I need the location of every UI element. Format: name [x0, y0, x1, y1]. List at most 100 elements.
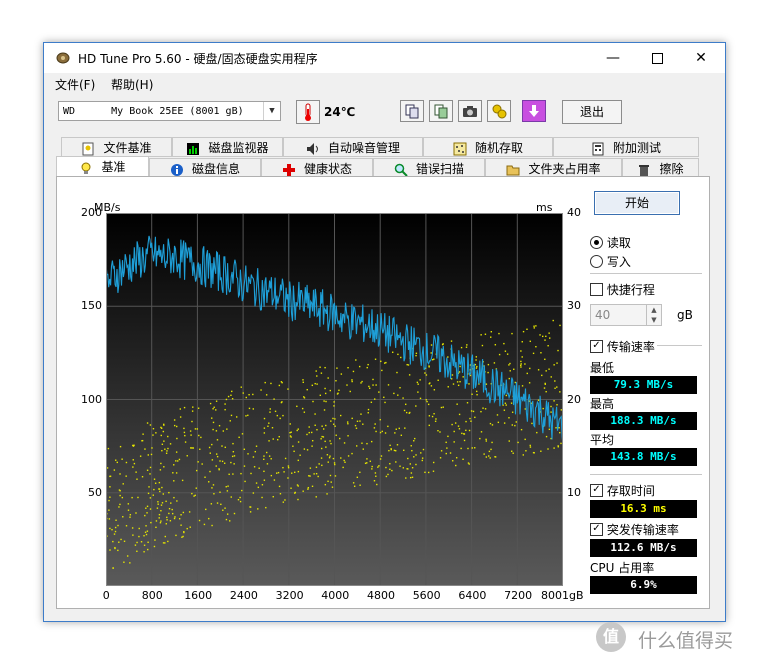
spinner-down-icon[interactable]: ▼ [646, 315, 661, 325]
access-time-point [324, 440, 326, 443]
access-time-point [488, 450, 491, 453]
start-button[interactable]: 开始 [594, 191, 680, 215]
access-time-point [278, 435, 280, 438]
transfer-rate-checkbox[interactable]: ✓ 传输速率 [590, 338, 655, 355]
access-time-point [347, 455, 350, 457]
access-time-point [375, 384, 377, 386]
access-time-point [332, 417, 334, 420]
access-time-point [164, 448, 166, 450]
transfer-rate-check[interactable]: ✓ [590, 340, 603, 353]
access-time-point [299, 454, 301, 456]
access-time-point [400, 434, 403, 436]
access-time-point [121, 458, 123, 460]
tab-aam[interactable]: 自动噪音管理 [283, 137, 423, 157]
access-time-point [183, 531, 185, 534]
quick-stroke-check[interactable] [590, 283, 603, 296]
burst-rate-checkbox[interactable]: ✓ 突发传输速率 [590, 521, 679, 538]
menu-help[interactable]: 帮助(H) [111, 76, 153, 93]
min-label: 最低 [590, 361, 615, 375]
drive-select-value: WD My Book 25EE (8001 gB) [63, 106, 244, 117]
tab-benchmark[interactable]: 基准 [56, 156, 149, 178]
tab-folder-usage[interactable]: 文件夹占用率 [485, 158, 622, 178]
tab-health[interactable]: 健康状态 [261, 158, 373, 178]
access-time-point [154, 539, 156, 541]
tab-extra-tests[interactable]: 附加测试 [553, 137, 699, 157]
access-time-point [109, 486, 111, 488]
access-time-point [441, 343, 444, 346]
access-time-point [232, 473, 234, 475]
access-time-point [136, 478, 138, 480]
access-time-point [346, 384, 348, 386]
copy-screenshot-icon[interactable] [429, 100, 453, 122]
access-time-point [166, 516, 168, 519]
read-radio[interactable]: 读取 [590, 234, 631, 251]
drive-select[interactable]: WD My Book 25EE (8001 gB) ▼ [58, 101, 281, 121]
access-time-point [540, 450, 542, 452]
options-icon[interactable] [487, 100, 511, 122]
tab-disk-info[interactable]: 磁盘信息 [149, 158, 261, 178]
access-time-point [176, 500, 178, 502]
access-time-point [347, 435, 349, 437]
access-time-point [453, 441, 455, 443]
access-time-point [554, 380, 556, 382]
access-time-point [158, 513, 161, 516]
access-time-point [475, 356, 478, 358]
access-time-point [287, 477, 289, 479]
access-time-checkbox[interactable]: ✓ 存取时间 [590, 482, 655, 499]
access-time-point [197, 407, 200, 409]
copy-text-icon[interactable] [400, 100, 424, 122]
tab-file-benchmark[interactable]: 文件基准 [61, 137, 172, 157]
access-time-point [147, 541, 149, 543]
access-time-point [178, 458, 181, 461]
access-time-point [231, 390, 233, 393]
access-time-point [222, 509, 224, 511]
access-time-point [297, 470, 300, 473]
minimize-button[interactable]: — [591, 43, 635, 73]
close-button[interactable]: ✕ [679, 43, 723, 73]
tab-erase[interactable]: 擦除 [622, 158, 699, 178]
write-radio-circle[interactable] [590, 255, 603, 268]
write-radio[interactable]: 写入 [590, 253, 631, 270]
access-time-check[interactable]: ✓ [590, 484, 603, 497]
access-time-point [445, 452, 447, 455]
access-time-point [149, 508, 152, 510]
access-time-point [545, 335, 547, 338]
access-time-point [456, 403, 458, 405]
access-time-point [462, 376, 464, 378]
burst-rate-check[interactable]: ✓ [590, 523, 603, 536]
access-time-point [208, 481, 210, 483]
access-time-point [175, 425, 178, 428]
quick-stroke-checkbox[interactable]: 快捷行程 [590, 281, 655, 298]
access-time-point [121, 496, 124, 499]
access-time-point [559, 431, 561, 434]
access-time-point [233, 455, 236, 457]
access-time-point [319, 366, 321, 368]
quick-stroke-spinner[interactable]: 40 ▲ ▼ [590, 304, 662, 326]
access-time-point [173, 419, 176, 421]
access-time-point [311, 445, 313, 447]
maximize-button[interactable] [635, 43, 679, 73]
chevron-down-icon[interactable]: ▼ [263, 102, 280, 120]
spinner-up-icon[interactable]: ▲ [646, 305, 661, 315]
x-tick: 0 [102, 589, 110, 602]
menu-file[interactable]: 文件(F) [55, 76, 95, 93]
access-time-point [132, 466, 134, 468]
read-radio-circle[interactable] [590, 236, 603, 249]
access-time-point [358, 365, 361, 368]
tab-label: 文件夹占用率 [528, 162, 601, 176]
access-time-point [219, 460, 221, 462]
exit-button[interactable]: 退出 [562, 100, 622, 124]
tab-random-access[interactable]: 随机存取 [423, 137, 553, 157]
tab-disk-monitor[interactable]: 磁盘监视器 [172, 137, 283, 157]
camera-icon[interactable] [458, 100, 482, 122]
tab-error-scan[interactable]: 错误扫描 [373, 158, 485, 178]
save-icon[interactable] [522, 100, 546, 122]
access-time-point [485, 440, 488, 442]
access-time-point [255, 445, 258, 447]
access-time-point [109, 475, 111, 478]
access-time-point [208, 446, 211, 449]
access-time-point [445, 441, 447, 444]
access-time-point [200, 436, 202, 439]
access-time-point [334, 475, 337, 477]
access-time-point [135, 471, 137, 473]
